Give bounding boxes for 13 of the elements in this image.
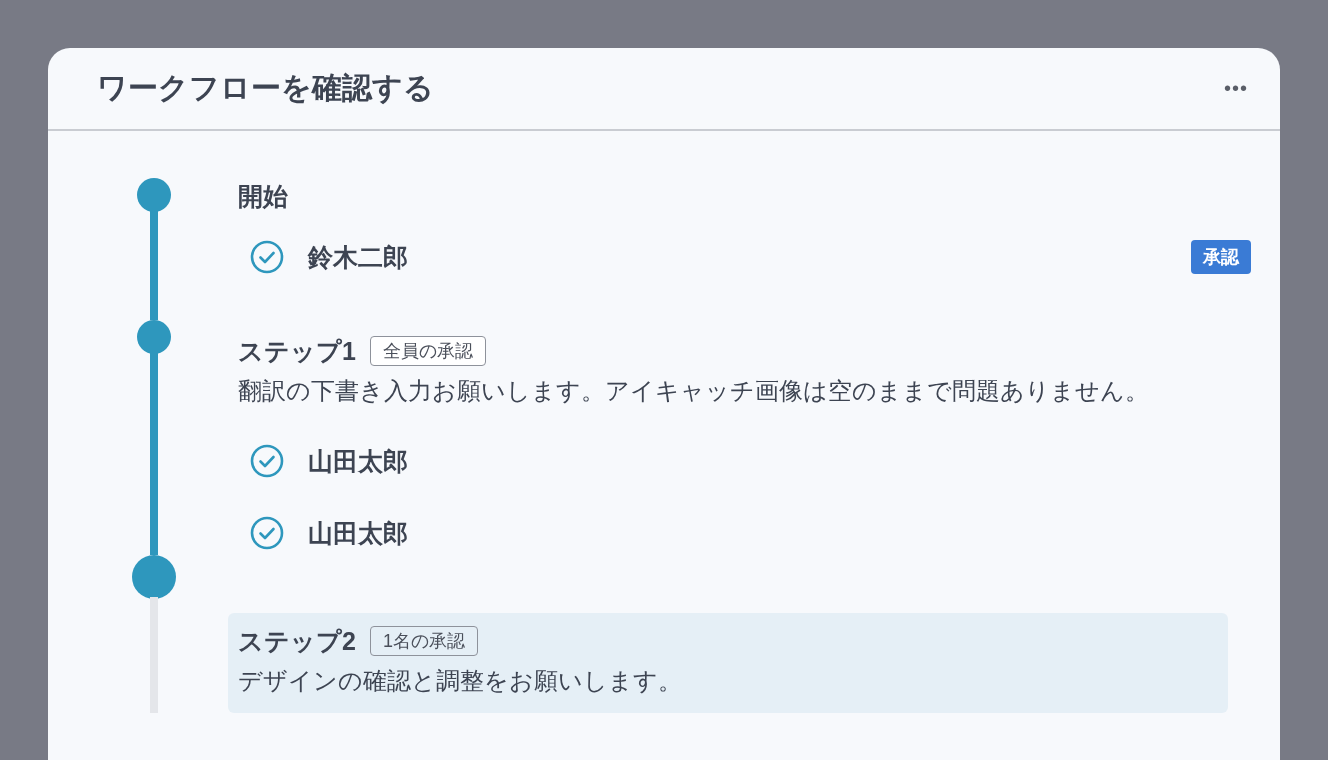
step-title: ステップ2 <box>238 625 356 657</box>
step-description: 翻訳の下書き入力お願いします。アイキャッチ画像は空のままで問題ありません。 <box>238 376 1150 406</box>
approval-rule-tag: 1名の承認 <box>369 626 478 656</box>
approver-name: 山田太郎 <box>308 445 408 477</box>
step-description: デザインの確認と調整をお願いします。 <box>238 666 683 696</box>
step-title: 開始 <box>238 180 288 212</box>
approver-name: 鈴木二郎 <box>308 241 408 273</box>
approver-name: 山田太郎 <box>308 517 408 549</box>
more-menu-button[interactable]: ••• <box>1224 77 1248 100</box>
approved-badge: 承認 <box>1191 240 1251 274</box>
step-title: ステップ1 <box>238 335 356 367</box>
approval-rule-tag: 全員の承認 <box>369 336 486 366</box>
card-title: ワークフローを確認する <box>97 70 434 106</box>
